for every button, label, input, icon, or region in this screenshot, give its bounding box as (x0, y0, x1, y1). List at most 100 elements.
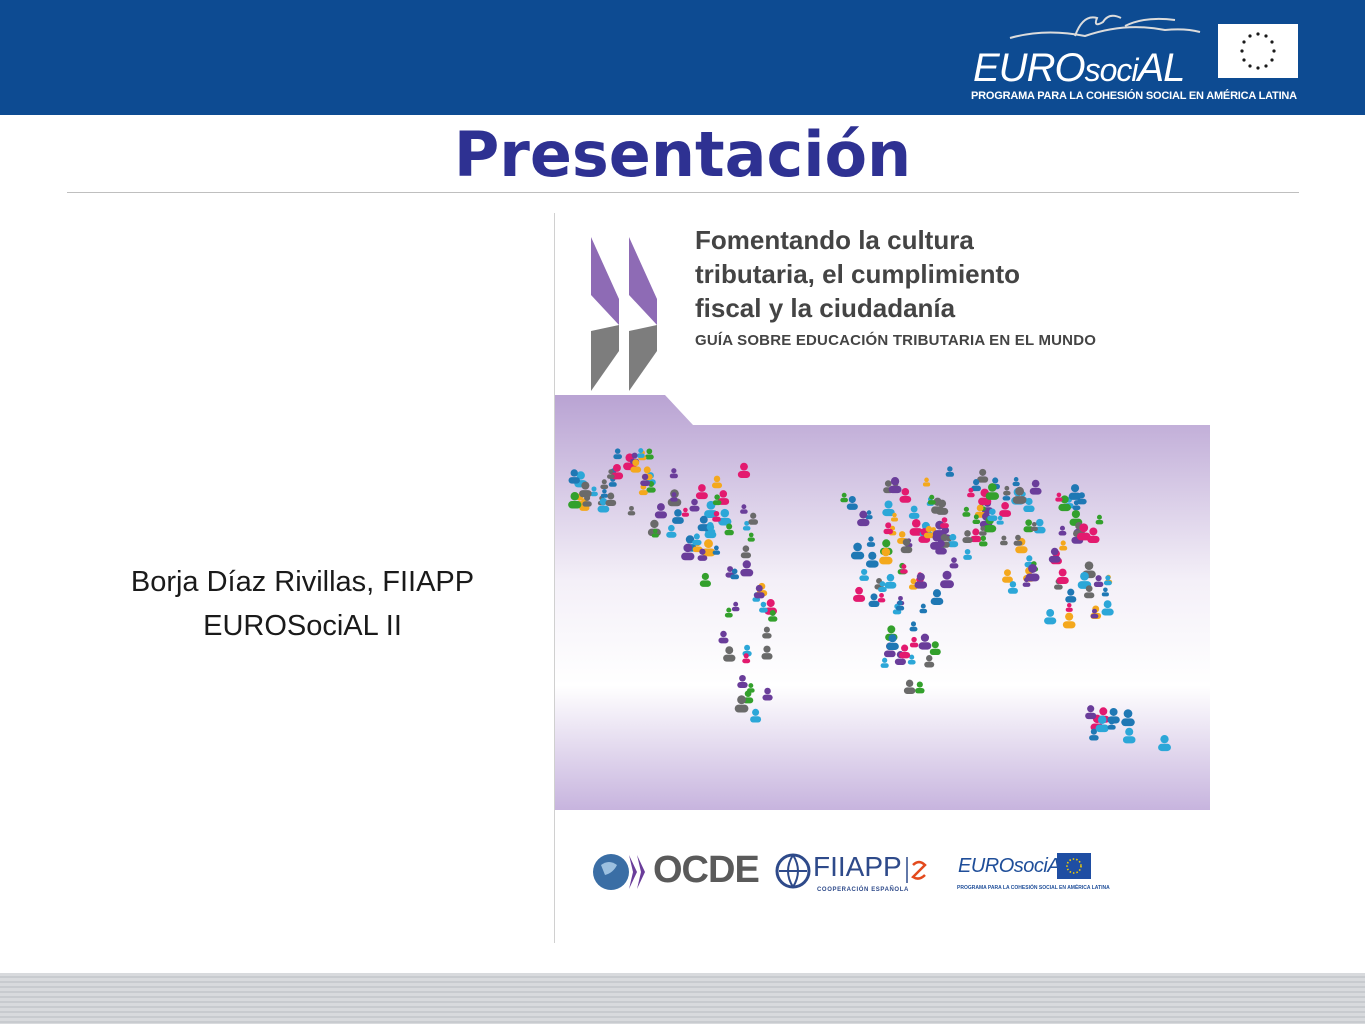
person-body (900, 546, 913, 554)
person-body (1012, 496, 1027, 504)
person-body (1000, 540, 1008, 546)
person-head (1084, 561, 1094, 570)
person-body (853, 595, 866, 602)
person-body (1158, 743, 1171, 752)
author-program: EUROSociAL II (203, 610, 402, 642)
person-head (741, 504, 747, 510)
person-body (718, 637, 729, 644)
person-head (643, 466, 651, 474)
person-head (931, 641, 939, 649)
person-head (706, 523, 715, 531)
person-body (1029, 487, 1042, 495)
person-head (947, 466, 953, 472)
person-head (1036, 518, 1044, 527)
person-body (651, 533, 659, 538)
person-head (911, 636, 917, 643)
person-head (752, 708, 760, 716)
person-head (911, 519, 921, 528)
fiiapp-logo-subtitle: COOPERACIÓN ESPAÑOLA (817, 887, 909, 893)
person-head (691, 498, 698, 506)
person-body (1058, 531, 1067, 536)
person-body (894, 658, 906, 665)
person-body (927, 500, 936, 505)
person-head (910, 505, 918, 513)
oecd-chevrons-icon (591, 237, 657, 391)
person-head (766, 599, 775, 608)
partner-logos: OCDE FIIAPP COOPERACIÓN ESPAÑOLA EUROsoc… (555, 841, 1210, 911)
person-body (903, 687, 916, 694)
person-body (1121, 718, 1135, 727)
person-body (704, 531, 717, 539)
person-body (878, 587, 887, 592)
person-body (962, 537, 973, 543)
person-head (1070, 484, 1080, 493)
person-body (915, 687, 925, 694)
person-head (742, 545, 750, 553)
person-body (1030, 526, 1038, 531)
person-body (695, 492, 708, 500)
person-body (900, 569, 908, 574)
person-body (750, 716, 762, 723)
person-head (750, 512, 757, 519)
person-body (850, 551, 865, 560)
person-head (581, 481, 590, 490)
person-head (951, 557, 957, 563)
person-body (1022, 582, 1031, 587)
person-body (1101, 608, 1114, 616)
person-head (1125, 727, 1134, 736)
person-head (924, 477, 929, 483)
person-body (1089, 735, 1099, 741)
person-body (731, 606, 740, 612)
person-head (885, 522, 892, 529)
person-head (942, 570, 952, 580)
person-head (1109, 719, 1115, 725)
person-head (657, 503, 665, 511)
person-head (607, 492, 615, 500)
person-head (570, 469, 578, 477)
person-body (1044, 617, 1057, 625)
person-head (910, 621, 917, 627)
person-body (978, 541, 988, 547)
person-body (613, 454, 622, 460)
person-head (1079, 523, 1089, 533)
person-body (1072, 505, 1081, 511)
person-head (925, 525, 933, 533)
person-head (916, 681, 923, 688)
person-head (1004, 485, 1010, 491)
cover-subtitle: GUÍA SOBRE EDUCACIÓN TRIBUTARIA EN EL MU… (695, 332, 1097, 349)
person-body (884, 581, 897, 589)
person-head (739, 674, 746, 682)
person-body (945, 471, 955, 477)
person-head (755, 584, 763, 592)
person-head (1097, 715, 1107, 725)
person-head (879, 581, 886, 587)
person-head (1001, 535, 1007, 541)
person-head (1015, 486, 1025, 496)
person-body (1058, 503, 1071, 512)
person-body (1055, 497, 1063, 502)
person-head (1095, 575, 1102, 582)
person-head (989, 508, 996, 515)
person-body (929, 648, 941, 656)
person-head (641, 473, 649, 481)
person-head (898, 595, 903, 601)
person-head (848, 495, 856, 504)
person-head (1067, 588, 1075, 596)
person-head (763, 645, 771, 653)
person-body (734, 704, 749, 713)
person-body (689, 505, 700, 512)
person-body (600, 493, 608, 498)
person-head (726, 523, 733, 530)
person-head (938, 499, 947, 508)
person-body (879, 556, 893, 565)
person-body (670, 497, 678, 502)
person-head (748, 532, 754, 538)
person-head (760, 601, 767, 608)
person-body (762, 633, 772, 639)
person-head (763, 626, 770, 633)
person-body (1122, 736, 1136, 744)
person-body (840, 497, 848, 503)
person-body (1103, 580, 1112, 586)
person-head (1096, 514, 1102, 520)
person-body (924, 661, 935, 668)
